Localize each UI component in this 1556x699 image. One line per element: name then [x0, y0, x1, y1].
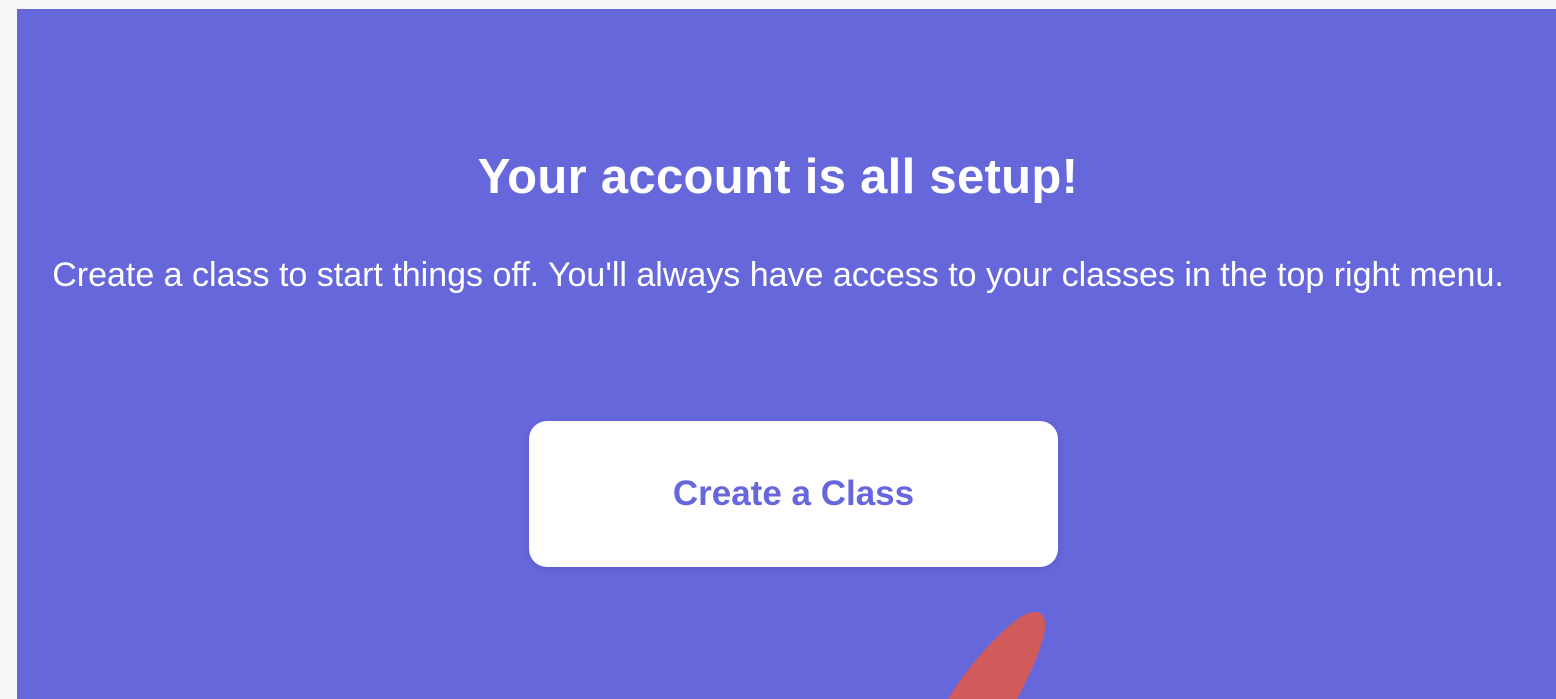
page-title: Your account is all setup!	[477, 150, 1079, 204]
annotation-stroke	[948, 612, 1046, 699]
onboarding-panel: Your account is all setup! Create a clas…	[17, 9, 1556, 699]
create-class-button[interactable]: Create a Class	[529, 421, 1058, 567]
onboarding-description: Create a class to start things off. You'…	[52, 256, 1504, 294]
page: Your account is all setup! Create a clas…	[0, 0, 1556, 699]
